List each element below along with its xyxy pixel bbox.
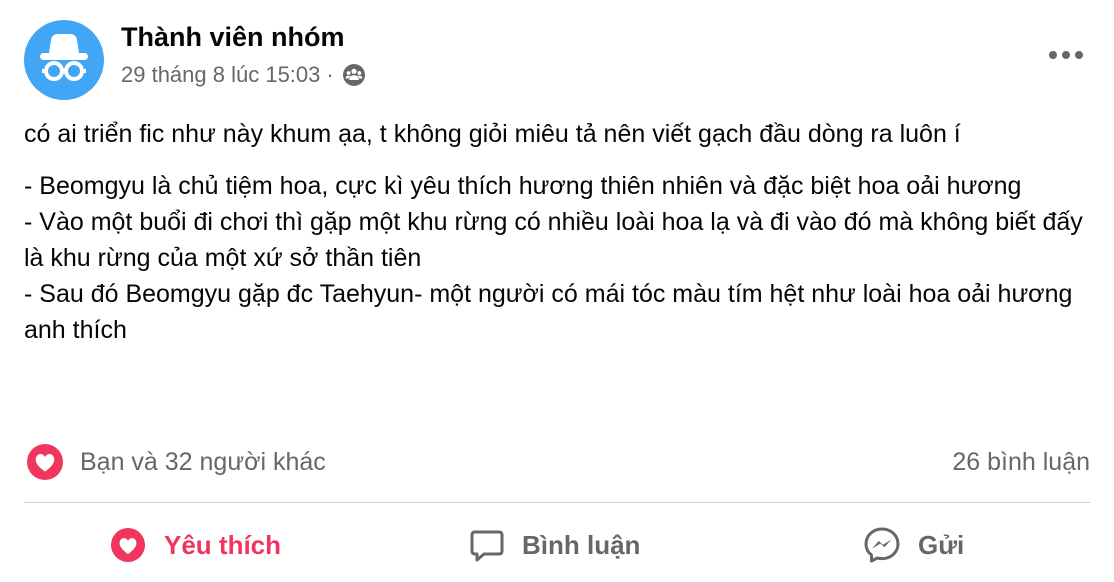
post-bullet: - Sau đó Beomgyu gặp đc Taehyun- một ngư… bbox=[24, 280, 1073, 344]
post-bullet: - Vào một buổi đi chơi thì gặp một khu r… bbox=[24, 208, 1083, 272]
meta-separator: · bbox=[326, 62, 334, 87]
love-reaction-icon bbox=[27, 444, 63, 480]
avatar[interactable] bbox=[24, 20, 104, 100]
more-options-button[interactable] bbox=[1042, 38, 1090, 72]
post-bullet: - Beomgyu là chủ tiệm hoa, cực kì yêu th… bbox=[24, 172, 1022, 200]
heart-icon bbox=[111, 528, 145, 562]
comment-button[interactable]: Bình luận bbox=[468, 522, 640, 568]
divider bbox=[24, 502, 1090, 503]
comment-count[interactable]: 26 bình luận bbox=[952, 443, 1090, 481]
reactions-summary[interactable]: Bạn và 32 người khác bbox=[26, 443, 326, 481]
send-label: Gửi bbox=[918, 529, 965, 560]
more-dots-icon bbox=[1049, 51, 1083, 59]
post-content: có ai triển fic như này khum ạa, t không… bbox=[24, 116, 1094, 348]
author-name[interactable]: Thành viên nhóm bbox=[121, 22, 345, 53]
anonymous-incognito-icon bbox=[40, 34, 88, 81]
post-timestamp[interactable]: 29 tháng 8 lúc 15:03 bbox=[121, 62, 320, 88]
feed-post: Thành viên nhóm 29 tháng 8 lúc 15:03 · c… bbox=[0, 0, 1114, 582]
comment-bubble-icon bbox=[470, 530, 504, 562]
send-button[interactable]: Gửi bbox=[862, 522, 964, 568]
reactions-summary-text: Bạn và 32 người khác bbox=[80, 447, 326, 476]
post-actions: Yêu thích Bình luận Gửi bbox=[0, 522, 1114, 568]
post-meta: 29 tháng 8 lúc 15:03 · bbox=[121, 60, 366, 90]
group-members-icon[interactable] bbox=[342, 63, 366, 87]
post-header: Thành viên nhóm 29 tháng 8 lúc 15:03 · bbox=[24, 20, 1090, 100]
like-label: Yêu thích bbox=[164, 529, 282, 560]
post-intro-text: có ai triển fic như này khum ạa, t không… bbox=[24, 120, 961, 148]
messenger-icon bbox=[864, 527, 900, 563]
like-button[interactable]: Yêu thích bbox=[108, 522, 281, 568]
comment-label: Bình luận bbox=[522, 529, 641, 560]
